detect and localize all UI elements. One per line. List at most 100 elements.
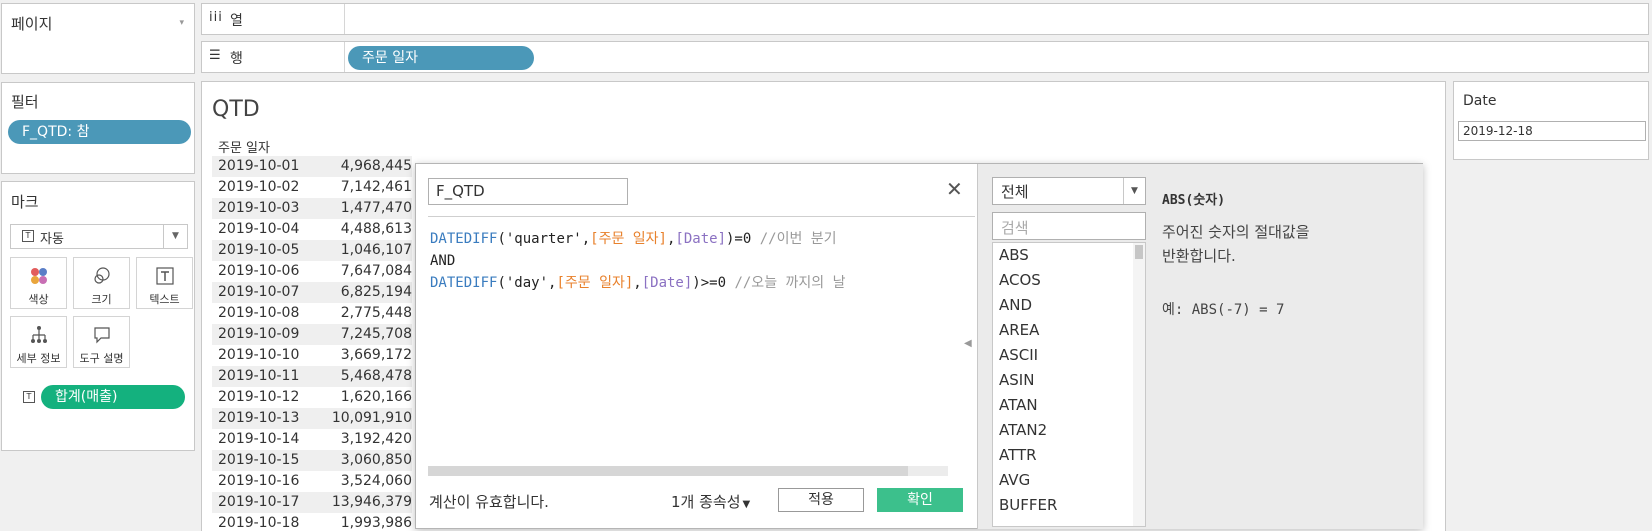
function-list-item[interactable]: ASIN <box>999 371 1034 389</box>
table-row[interactable]: 2019-10-05 1,046,107 <box>212 240 412 261</box>
function-list-item[interactable]: ATAN <box>999 396 1038 414</box>
collapse-panel-icon[interactable]: ◀ <box>964 338 972 349</box>
calculation-editor-dialog: F_QTD ✕ DATEDIFF('quarter',[주문 일자],[Date… <box>415 163 1423 529</box>
row-value: 3,524,060 <box>340 473 412 489</box>
table-row[interactable]: 2019-10-06 7,647,084 <box>212 261 412 282</box>
function-list-item[interactable]: ATTR <box>999 446 1037 464</box>
columns-shelf-label: 열 <box>230 13 243 29</box>
tooltip-mark-button[interactable]: 도구 설명 <box>73 316 130 368</box>
row-date: 2019-10-15 <box>218 452 300 468</box>
help-description-2: 반환합니다. <box>1162 247 1236 265</box>
help-description-1: 주어진 숫자의 절대값을 <box>1162 223 1310 241</box>
formula-string: 'quarter' <box>505 231 582 247</box>
table-row[interactable]: 2019-10-16 3,524,060 <box>212 471 412 492</box>
ok-button[interactable]: 확인 <box>877 488 963 512</box>
row-date: 2019-10-09 <box>218 326 300 342</box>
table-row[interactable]: 2019-10-08 2,775,448 <box>212 303 412 324</box>
view-column-header: 주문 일자 <box>218 141 270 156</box>
text-encoding-icon: T <box>23 391 35 403</box>
text-mark-icon: T <box>22 230 34 242</box>
caret-down-icon: ▼ <box>742 499 751 510</box>
formula-editor[interactable]: DATEDIFF('quarter',[주문 일자],[Date])=0 //이… <box>430 228 976 448</box>
scrollbar-thumb[interactable] <box>428 466 908 476</box>
row-value: 4,968,445 <box>340 158 412 174</box>
rows-icon: ☰ <box>209 48 221 63</box>
filter-pill-f-qtd[interactable]: F_QTD: 참 <box>8 120 191 144</box>
function-list-scrollbar[interactable] <box>1133 243 1145 526</box>
table-row[interactable]: 2019-10-07 6,825,194 <box>212 282 412 303</box>
function-list-scroll-thumb[interactable] <box>1135 245 1143 259</box>
calc-name-input[interactable]: F_QTD <box>428 178 628 205</box>
function-list-item[interactable]: ACOS <box>999 271 1041 289</box>
pages-card: 페이지 ▾ <box>1 3 195 74</box>
filters-card-title: 필터 <box>11 93 39 111</box>
row-value: 5,468,478 <box>340 368 412 384</box>
row-value: 2,775,448 <box>340 305 412 321</box>
formula-line-1: DATEDIFF('quarter',[주문 일자],[Date])=0 //이… <box>430 231 837 247</box>
text-mark-label: 텍스트 <box>149 293 180 306</box>
table-row[interactable]: 2019-10-04 4,488,613 <box>212 219 412 240</box>
function-panel: 전체 ▼ 검색 ABS ACOS AND AREA ASCII ASIN ATAN ATAN2… <box>977 164 1423 529</box>
table-row[interactable]: 2019-10-01 4,968,445 <box>212 156 412 177</box>
formula-function: DATEDIFF <box>430 275 498 291</box>
table-row[interactable]: 2019-10-09 7,245,708 <box>212 324 412 345</box>
function-list-item[interactable]: ATAN2 <box>999 421 1047 439</box>
formula-field: [주문 일자] <box>556 275 634 291</box>
table-row[interactable]: 2019-10-14 3,192,420 <box>212 429 412 450</box>
help-example: 예: ABS(-7) = 7 <box>1162 302 1285 318</box>
chevron-down-icon: ▼ <box>1123 178 1145 204</box>
size-mark-label: 크기 <box>91 293 112 306</box>
formula-parameter: [Date] <box>675 231 726 247</box>
table-row[interactable]: 2019-10-15 3,060,850 <box>212 450 412 471</box>
function-list-item[interactable]: ASCII <box>999 346 1038 364</box>
measure-pill-sum-sales[interactable]: 합계(매출) <box>41 385 185 409</box>
size-mark-button[interactable]: 크기 <box>73 257 130 309</box>
table-row[interactable]: 2019-10-18 1,993,986 <box>212 513 412 531</box>
rows-pill-order-date[interactable]: 주문 일자 <box>348 46 534 70</box>
table-row[interactable]: 2019-10-12 1,620,166 <box>212 387 412 408</box>
formula-line-2: AND <box>430 253 456 269</box>
text-mark-button[interactable]: 텍스트 <box>136 257 193 309</box>
close-icon[interactable]: ✕ <box>946 177 963 201</box>
row-date: 2019-10-06 <box>218 263 300 279</box>
table-row[interactable]: 2019-10-13 10,091,910 <box>212 408 412 429</box>
detail-mark-button[interactable]: 세부 정보 <box>10 316 67 368</box>
row-date: 2019-10-10 <box>218 347 300 363</box>
apply-button[interactable]: 적용 <box>778 488 864 512</box>
function-category-select[interactable]: 전체 ▼ <box>992 177 1146 205</box>
mark-type-select[interactable]: T 자동 ▼ <box>10 224 188 249</box>
dependencies-dropdown[interactable]: 1개 종속성 ▼ <box>671 491 750 512</box>
row-value: 7,647,084 <box>340 263 412 279</box>
text-t-icon <box>137 266 192 286</box>
detail-hierarchy-icon <box>11 325 66 345</box>
chevron-down-icon: ▼ <box>163 225 187 248</box>
rows-shelf-divider <box>344 42 345 72</box>
horizontal-scrollbar[interactable] <box>428 466 948 476</box>
function-list-item[interactable]: AND <box>999 296 1032 314</box>
function-list-item[interactable]: BUFFER <box>999 496 1057 514</box>
row-date: 2019-10-12 <box>218 389 300 405</box>
row-value: 7,245,708 <box>340 326 412 342</box>
row-date: 2019-10-05 <box>218 242 300 258</box>
row-date: 2019-10-03 <box>218 200 300 216</box>
function-list-item[interactable]: ABS <box>999 246 1029 264</box>
table-row[interactable]: 2019-10-02 7,142,461 <box>212 177 412 198</box>
table-row[interactable]: 2019-10-11 5,468,478 <box>212 366 412 387</box>
table-row[interactable]: 2019-10-17 13,946,379 <box>212 492 412 513</box>
color-mark-button[interactable]: 색상 <box>10 257 67 309</box>
table-row[interactable]: 2019-10-03 1,477,470 <box>212 198 412 219</box>
pages-card-title: 페이지 <box>11 15 53 33</box>
pages-card-dropdown-icon[interactable]: ▾ <box>179 18 184 28</box>
table-row[interactable]: 2019-10-10 3,669,172 <box>212 345 412 366</box>
marks-card-title: 마크 <box>11 193 39 211</box>
formula-comment: //오늘 까지의 날 <box>734 275 846 291</box>
row-value: 7,142,461 <box>340 179 412 195</box>
marks-card: 마크 T 자동 ▼ 색상 크기 텍스트 세부 정보 도구 설명 T 합계(매출) <box>1 181 195 451</box>
row-value: 10,091,910 <box>331 410 412 426</box>
function-search-input[interactable]: 검색 <box>992 212 1146 240</box>
row-date: 2019-10-02 <box>218 179 300 195</box>
row-date: 2019-10-14 <box>218 431 300 447</box>
function-list-item[interactable]: AREA <box>999 321 1039 339</box>
date-parameter-input[interactable]: 2019-12-18 <box>1458 121 1646 141</box>
function-list-item[interactable]: AVG <box>999 471 1030 489</box>
